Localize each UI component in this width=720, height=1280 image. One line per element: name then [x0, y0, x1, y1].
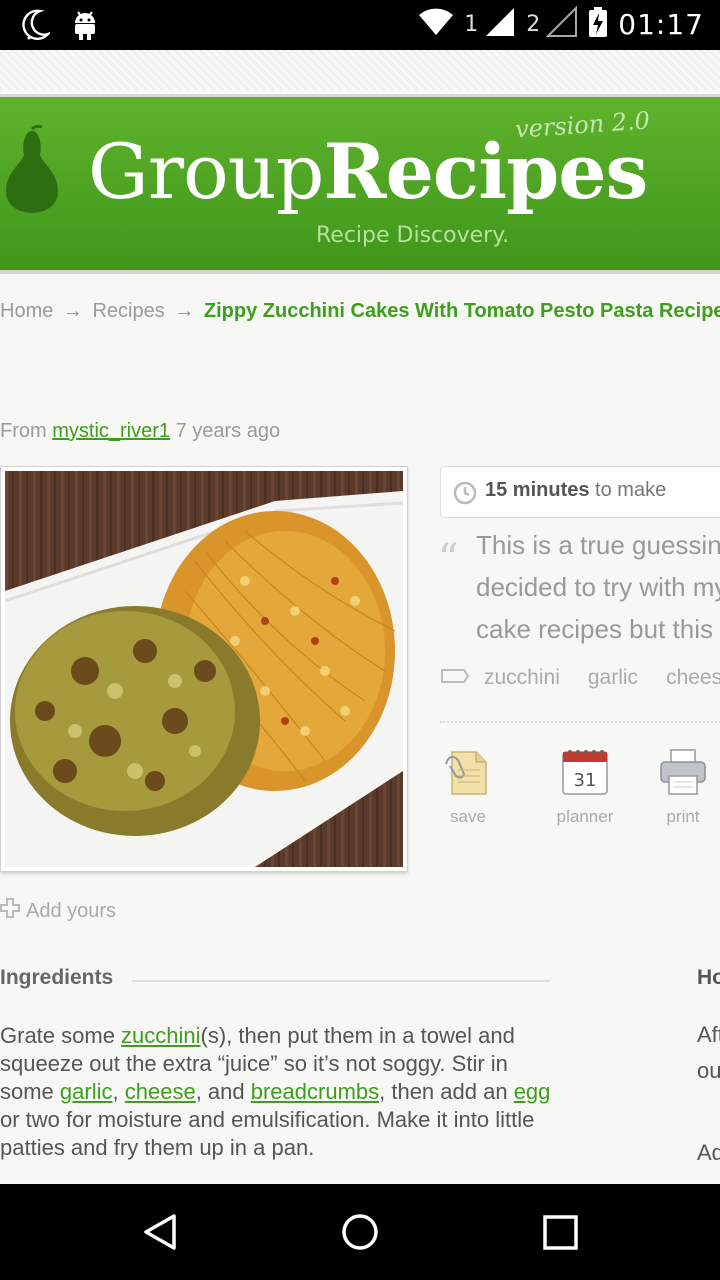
save-button[interactable]: save — [440, 746, 496, 827]
breadcrumb-home[interactable]: Home — [0, 300, 53, 322]
plus-icon — [0, 898, 20, 924]
how-to-heading: How to make it — [697, 966, 720, 989]
signal-icon — [484, 6, 516, 42]
author-line: From mystic_river1 7 years ago — [0, 420, 280, 443]
sim2-label: 2 — [526, 11, 541, 37]
logo-group: Group — [88, 127, 324, 216]
ingredients-text-part: Grate some — [0, 1023, 122, 1048]
how-to-line: out — [697, 1058, 720, 1083]
breadcrumb-recipes[interactable]: Recipes — [92, 300, 164, 322]
wifi-icon — [418, 7, 454, 41]
tagline: Recipe Discovery. — [316, 223, 510, 248]
description-line: This is a true guessing game I — [476, 530, 720, 560]
ingredient-link-breadcrumbs[interactable]: breadcrumbs — [251, 1079, 379, 1104]
tag-icon — [440, 666, 470, 690]
description-line: decided to try with my zucchini — [476, 572, 720, 602]
tag-link[interactable]: cheese — [666, 666, 720, 690]
ingredients-rule — [132, 980, 550, 982]
quote-icon: “ — [438, 536, 459, 582]
add-yours-button[interactable]: Add yours — [0, 898, 116, 924]
site-header[interactable]: GroupRecipes version 2.0 Recipe Discover… — [0, 94, 720, 274]
status-bar: 1 2 01:17 — [0, 0, 720, 50]
print-button[interactable]: print — [634, 746, 720, 827]
sim1-label: 1 — [464, 11, 479, 37]
status-time: 01:17 — [618, 7, 704, 41]
top-texture — [0, 50, 720, 90]
prep-time-suffix: to make — [595, 479, 667, 501]
planner-button[interactable]: 31 planner — [536, 746, 634, 827]
logo-recipes: Recipes — [323, 127, 648, 216]
battery-charging-icon — [588, 6, 608, 42]
web-page[interactable]: GroupRecipes version 2.0 Recipe Discover… — [0, 50, 720, 1184]
tag-link[interactable]: garlic — [588, 666, 638, 690]
recipe-photo[interactable] — [0, 466, 408, 872]
arrow-right-icon: → — [62, 300, 83, 322]
prep-time-value: 15 minutes — [485, 479, 590, 501]
from-prefix: From — [0, 420, 47, 442]
ingredients-text-part: , then add an — [379, 1079, 514, 1104]
add-yours-label: Add yours — [26, 899, 117, 922]
planner-label: planner — [556, 807, 614, 826]
breadcrumb: Home → Recipes → Zippy Zucchini Cakes Wi… — [0, 300, 720, 323]
navigation-bar — [0, 1184, 720, 1280]
description-line: cake recipes but this one turned — [476, 614, 720, 644]
ingredients-text-part: , and — [195, 1079, 251, 1104]
ingredients-text-part: , — [112, 1079, 125, 1104]
back-icon[interactable] — [140, 1212, 180, 1256]
save-label: save — [450, 807, 486, 826]
calendar-day: 31 — [574, 770, 597, 791]
tag-list: zucchini garlic cheese — [440, 666, 720, 690]
tag-link[interactable]: zucchini — [484, 666, 560, 690]
arrow-right-icon: → — [174, 300, 195, 322]
ingredients-text-part: or two for moisture and emulsification. … — [0, 1107, 535, 1160]
how-to-line: After frying — [697, 1022, 720, 1047]
ingredients-text: Grate some zucchini(s), then put them in… — [0, 1022, 560, 1162]
calendar-icon: 31 — [559, 750, 611, 802]
save-icon — [442, 751, 494, 802]
ingredients-heading: Ingredients — [0, 966, 114, 989]
how-to-line: Add — [697, 1140, 720, 1165]
author-link[interactable]: mystic_river1 — [52, 420, 170, 442]
ingredient-link-cheese[interactable]: cheese — [125, 1079, 196, 1104]
moon-icon — [20, 8, 52, 46]
print-label: print — [666, 807, 700, 826]
breadcrumb-current: Zippy Zucchini Cakes With Tomato Pesto P… — [203, 300, 720, 322]
signal-icon-2 — [545, 5, 578, 42]
ingredient-link-zucchini[interactable]: zucchini — [121, 1023, 200, 1048]
recipe-actions: save 31 planner print — [440, 746, 720, 827]
pear-logo-icon — [2, 123, 62, 219]
ingredient-link-garlic[interactable]: garlic — [60, 1079, 113, 1104]
home-icon[interactable] — [340, 1212, 380, 1256]
prep-time-box: 15 minutes to make — [440, 466, 720, 518]
clock-icon — [453, 481, 477, 511]
android-icon — [72, 9, 98, 45]
recipe-description: This is a true guessing game I decided t… — [476, 524, 720, 650]
post-age: 7 years ago — [175, 420, 281, 442]
divider — [440, 721, 720, 723]
ingredient-link-egg[interactable]: egg — [514, 1079, 551, 1104]
printer-icon — [657, 749, 709, 802]
recents-icon[interactable] — [542, 1212, 580, 1256]
